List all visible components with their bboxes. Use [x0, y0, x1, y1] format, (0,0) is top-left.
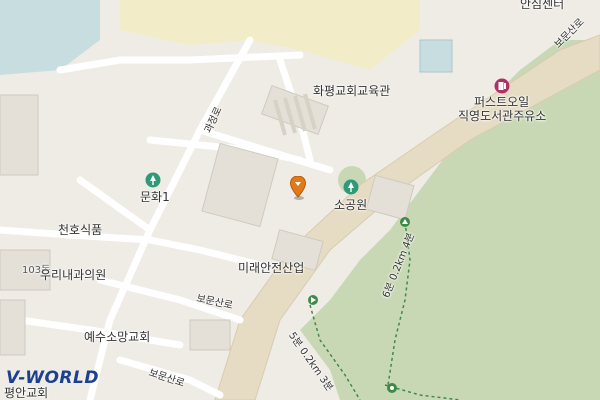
place-label: 소공원: [334, 198, 368, 212]
location-pin-icon[interactable]: [289, 175, 307, 204]
place-label: 퍼스트오일: [474, 95, 530, 109]
place-label: 우리내과의원: [40, 268, 107, 282]
vworld-logo: V-WORLD: [6, 368, 99, 388]
map-view[interactable]: 안심센터 화평교회교육관 퍼스트오일 직영도서관주유소 문화1 소공원 천호식품…: [0, 0, 600, 400]
place-label: 미래안전산업: [238, 261, 305, 275]
place-label: 안심센터: [520, 0, 565, 11]
place-label: 예수소망교회: [84, 330, 151, 344]
place-label: 문화1: [140, 190, 170, 204]
place-label: 천호식품: [58, 223, 103, 237]
park-poi-icon[interactable]: [145, 172, 161, 192]
place-label: 화평교회교육관: [313, 84, 391, 98]
pool-area: [419, 39, 453, 73]
park-poi-icon[interactable]: [343, 179, 359, 199]
place-label: 직영도서관주유소: [458, 109, 547, 123]
place-label: 평안교회: [4, 386, 49, 400]
